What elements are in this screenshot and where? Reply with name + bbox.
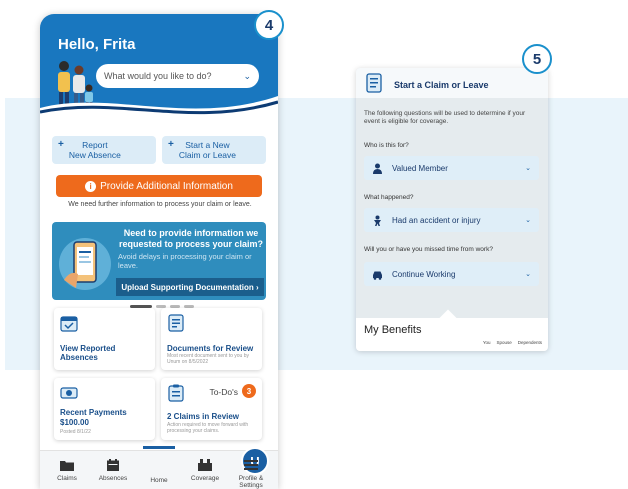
chevron-down-icon: ⌄ <box>525 217 531 224</box>
form-title: Start a Claim or Leave <box>394 80 489 90</box>
nav-home[interactable]: U Home <box>136 447 269 489</box>
tab-spouse[interactable]: Spouse <box>496 340 511 345</box>
promo-heading: Need to provide information we requested… <box>118 228 264 249</box>
form-intro: The following questions will be used to … <box>364 110 526 125</box>
car-icon <box>373 271 382 280</box>
upload-button-label: Upload Supporting Documentation <box>121 282 254 292</box>
form-header: Start a Claim or Leave <box>356 68 548 98</box>
chevron-down-icon: ⌄ <box>243 70 251 81</box>
start-claim-button[interactable]: + Start a New Claim or Leave <box>162 136 266 164</box>
nav-home-label: Home <box>150 477 168 484</box>
missed-work-value: Continue Working <box>392 269 456 279</box>
greeting: Hello, Frita <box>58 36 136 53</box>
hero-wave-decoration <box>40 96 278 126</box>
person-icon <box>373 163 382 174</box>
nav-profile-label: Profile & Settings <box>238 475 264 489</box>
documents-review-title: Documents for Review <box>167 344 254 353</box>
who-select[interactable]: Valued Member ⌄ <box>364 156 539 180</box>
tab-dependents[interactable]: Dependents <box>518 340 542 345</box>
folder-icon <box>60 461 74 471</box>
claims-review-tile[interactable]: To-Do's 3 2 Claims in Review Action requ… <box>161 378 262 440</box>
what-happened-value: Had an accident or injury <box>392 215 481 225</box>
menu-icon <box>244 460 258 470</box>
who-select-value: Valued Member <box>392 163 448 173</box>
chevron-down-icon: ⌄ <box>525 165 531 172</box>
view-absences-tile[interactable]: View Reported Absences <box>54 308 155 370</box>
claims-review-title: 2 Claims in Review <box>167 412 240 421</box>
clipboard-icon <box>168 384 184 402</box>
todo-count-badge: 3 <box>242 384 256 398</box>
step-badge-4: 4 <box>254 10 284 40</box>
chevron-down-icon: ⌄ <box>525 271 531 278</box>
plus-icon: + <box>168 139 174 150</box>
calendar-icon <box>107 459 119 471</box>
tab-you[interactable]: You <box>483 340 491 345</box>
form-document-icon <box>366 73 382 93</box>
question-label: What happened? <box>364 194 414 201</box>
plus-icon: + <box>58 139 64 150</box>
promo-subtext: Avoid delays in processing your claim or… <box>118 252 252 270</box>
coverage-icon <box>198 459 212 471</box>
info-icon: i <box>85 180 97 192</box>
document-icon <box>168 314 184 332</box>
what-happened-select[interactable]: Had an accident or injury ⌄ <box>364 208 539 232</box>
screenshot-canvas: Hello, Frita What would you like to do? … <box>0 0 628 489</box>
dropdown-placeholder: What would you like to do? <box>104 71 212 81</box>
report-new-absence-button[interactable]: + Report New Absence <box>52 136 156 164</box>
payment-icon <box>60 387 78 399</box>
provide-info-button[interactable]: i Provide Additional Information <box>56 175 262 197</box>
view-absences-title: View Reported Absences <box>60 344 116 362</box>
injury-icon <box>374 215 381 226</box>
question-label: Who is this for? <box>364 142 409 149</box>
report-new-absence-label: Report New Absence <box>68 140 121 160</box>
todo-label: To-Do's <box>209 387 238 397</box>
start-claim-form: Start a Claim or Leave The following que… <box>356 68 548 351</box>
nav-coverage-label: Coverage <box>190 475 220 482</box>
documents-review-tile[interactable]: Documents for Review Most recent documen… <box>161 308 262 370</box>
upload-documentation-button[interactable]: Upload Supporting Documentation › <box>116 278 264 296</box>
claims-review-subtext: Action required to move forward with pro… <box>167 422 249 434</box>
recent-payments-posted: Posted 8/1/22 <box>60 429 91 435</box>
recent-payments-tile[interactable]: Recent Payments $100.00 Posted 8/1/22 <box>54 378 155 440</box>
step-badge-5: 5 <box>522 44 552 74</box>
calendar-check-icon <box>60 316 78 332</box>
nav-profile-settings[interactable]: Profile & Settings <box>228 451 274 489</box>
bottom-nav: Claims Absences U Home Coverage Profile … <box>40 447 278 489</box>
nav-claims-label: Claims <box>57 475 77 482</box>
benefits-tabs: You Spouse Dependents <box>483 340 542 345</box>
my-benefits-section: My Benefits You Spouse Dependents <box>356 309 548 351</box>
benefits-notch <box>439 309 457 327</box>
mobile-home-screen: Hello, Frita What would you like to do? … <box>40 14 278 489</box>
home-active-indicator <box>143 446 175 449</box>
recent-payments-amount: $100.00 <box>60 418 89 427</box>
start-claim-label: Start a New Claim or Leave <box>178 140 237 160</box>
what-to-do-dropdown[interactable]: What would you like to do? ⌄ <box>96 64 259 88</box>
nav-coverage[interactable]: Coverage <box>182 451 228 489</box>
nav-absences-label: Absences <box>98 475 128 482</box>
documents-review-subtext: Most recent document sent to you by Unum… <box>167 353 249 365</box>
provide-info-label: Provide Additional Information <box>100 180 233 192</box>
nav-claims[interactable]: Claims <box>44 451 90 489</box>
phone-upload-illustration <box>59 238 111 290</box>
missed-work-select[interactable]: Continue Working ⌄ <box>364 262 539 286</box>
my-benefits-title: My Benefits <box>364 324 422 336</box>
alert-message: We need further information to process y… <box>68 201 252 208</box>
upload-promo-card: Need to provide information we requested… <box>52 222 266 300</box>
hero-header: Hello, Frita What would you like to do? … <box>40 14 278 126</box>
chevron-right-icon: › <box>256 282 259 292</box>
nav-absences[interactable]: Absences <box>90 451 136 489</box>
recent-payments-title: Recent Payments <box>60 408 127 417</box>
question-label: Will you or have you missed time from wo… <box>364 246 493 253</box>
